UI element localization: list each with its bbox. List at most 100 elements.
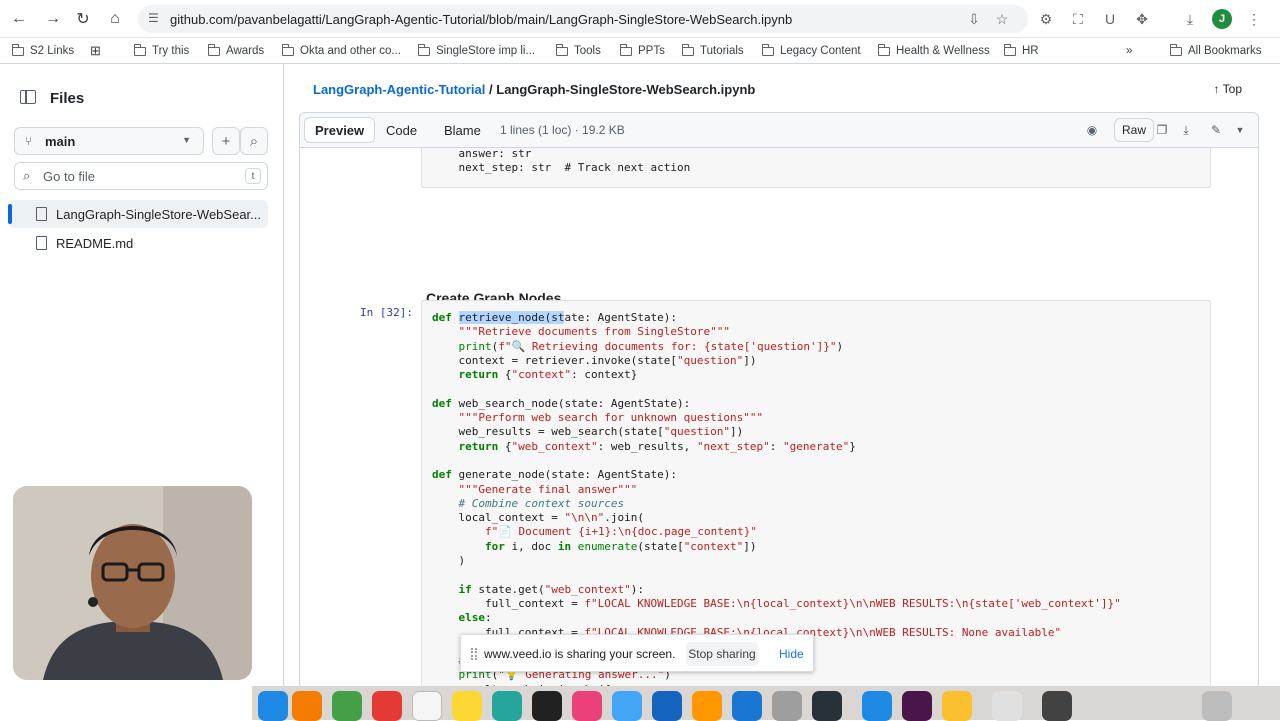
code-cell-previous: answer: str next_step: str # Track next … [421, 148, 1211, 188]
downloads-icon[interactable]: ⤓ [1180, 9, 1200, 29]
copy-icon[interactable]: ❐ [1152, 118, 1172, 142]
app-store-icon[interactable] [732, 691, 762, 721]
bookmark-hr[interactable]: HR [1003, 43, 1039, 59]
freeform-icon[interactable] [492, 691, 522, 721]
trash-icon[interactable] [1202, 691, 1232, 721]
security-app-icon[interactable] [812, 691, 842, 721]
branch-selector[interactable]: ⑂ main ▼ [14, 127, 204, 155]
forward-arrow-icon[interactable]: → [42, 8, 64, 30]
screen-share-bar: www.veed.io is sharing your screen. Stop… [460, 634, 814, 672]
finder-icon[interactable] [258, 691, 288, 721]
home-icon[interactable]: ⌂ [104, 8, 126, 30]
apple-tv-icon[interactable] [532, 691, 562, 721]
all-bookmarks-label: All Bookmarks [1188, 45, 1262, 57]
file-name: LangGraph-SingleStore-WebSear... [56, 206, 261, 222]
files-title: Files [50, 90, 85, 107]
file-tree-item-notebook[interactable]: LangGraph-SingleStore-WebSear... [8, 200, 268, 228]
drag-handle-icon[interactable] [471, 648, 477, 660]
bookmark-s2-links[interactable]: S2 Links [11, 43, 74, 59]
edit-pencil-icon[interactable]: ✎ [1206, 118, 1226, 142]
stickies-icon[interactable] [452, 691, 482, 721]
tab-code[interactable]: Code [376, 117, 427, 143]
screenshot-app-icon[interactable] [1042, 691, 1072, 721]
photos-icon[interactable] [292, 691, 322, 721]
bookmark-label: Tutorials [700, 45, 744, 57]
pages-icon[interactable] [692, 691, 722, 721]
search-files-button[interactable]: ⌕ [240, 127, 268, 155]
address-bar[interactable]: ☰ github.com/pavanbelagatti/LangGraph-Ag… [138, 5, 1028, 33]
music-icon[interactable] [572, 691, 602, 721]
file-icon [36, 207, 47, 221]
bookmark-ppts[interactable]: PPTs [619, 43, 665, 59]
bookmark-singlestore[interactable]: SingleStore imp li... [417, 43, 535, 59]
top-button[interactable]: ↑ Top [1214, 82, 1242, 96]
hide-button[interactable]: Hide [779, 647, 804, 661]
keynote-icon[interactable] [612, 691, 642, 721]
breadcrumb-file: LangGraph-SingleStore-WebSearch.ipynb [496, 82, 756, 97]
extensions-puzzle-icon[interactable]: ✥ [1132, 9, 1152, 29]
bookmark-legacy-content[interactable]: Legacy Content [761, 43, 861, 59]
breadcrumb-repo-link[interactable]: LangGraph-Agentic-Tutorial [313, 82, 485, 97]
code-line: # Combine context sources [458, 496, 625, 510]
all-bookmarks[interactable]: All Bookmarks [1169, 43, 1262, 59]
go-to-file-input[interactable]: ⌕ Go to file t [14, 162, 268, 190]
reload-icon[interactable]: ↻ [72, 8, 94, 30]
tab-preview[interactable]: Preview [304, 117, 376, 143]
notes-icon[interactable] [412, 691, 442, 721]
system-settings-icon[interactable] [772, 691, 802, 721]
bookmark-label: PPTs [638, 45, 665, 57]
bookmark-tutorials[interactable]: Tutorials [681, 43, 744, 59]
back-arrow-icon[interactable]: ← [8, 8, 30, 30]
search-icon: ⌕ [23, 168, 31, 183]
branch-name: main [45, 133, 76, 149]
news-icon[interactable] [652, 691, 682, 721]
file-name: README.md [56, 235, 134, 251]
bookmark-tools[interactable]: Tools [555, 43, 601, 59]
search-icon: ⌕ [249, 132, 259, 150]
file-icon [36, 236, 47, 250]
extension-gear-icon[interactable]: ⚙ [1036, 9, 1056, 29]
vscode-icon[interactable] [862, 691, 892, 721]
code-line: return {"context": context} [458, 368, 638, 382]
bookmark-health[interactable]: Health & Wellness [877, 43, 990, 59]
branch-icon: ⑂ [25, 134, 33, 148]
tab-blame[interactable]: Blame [434, 117, 491, 143]
chevron-down-icon[interactable]: ▼ [1230, 118, 1250, 142]
chrome-icon[interactable] [942, 691, 972, 721]
folder-icon [555, 43, 568, 56]
site-info-icon[interactable]: ☰ [148, 11, 164, 27]
code-line: local_context = "\n\n".join( [432, 511, 644, 525]
folder-icon [681, 43, 694, 56]
install-app-icon[interactable]: ⇩ [964, 9, 984, 29]
bookmarks-bar: S2 Links ⊞ Try this Awards Okta and othe… [0, 38, 1280, 64]
sidebar-collapse-icon[interactable] [20, 90, 36, 104]
macos-dock [252, 686, 1280, 721]
kebab-menu-icon[interactable]: ⋮ [1244, 9, 1264, 29]
download-icon[interactable]: ⤓ [1176, 118, 1196, 142]
code-line: """Generate final answer""" [458, 482, 638, 496]
stop-sharing-button[interactable]: Stop sharing [686, 642, 758, 666]
bookmark-label: Tools [574, 45, 601, 57]
downloads-folder-icon[interactable] [992, 691, 1022, 721]
extension-u-icon[interactable]: U [1100, 9, 1120, 29]
bookmark-awards[interactable]: Awards [207, 43, 264, 59]
file-tree-item-readme[interactable]: README.md [8, 229, 268, 257]
more-bookmarks-chevron-icon[interactable]: » [1126, 43, 1132, 59]
apps-grid-icon[interactable]: ⊞ [90, 43, 101, 59]
bookmark-okta[interactable]: Okta and other co... [281, 43, 401, 59]
profile-avatar[interactable]: J [1212, 9, 1232, 29]
slack-icon[interactable] [902, 691, 932, 721]
add-file-button[interactable]: + [212, 127, 240, 155]
screenshot-icon[interactable]: ⛶ [1068, 9, 1088, 29]
plus-icon: + [221, 132, 231, 150]
bookmark-try-this[interactable]: Try this [133, 43, 189, 59]
webcam-overlay [13, 486, 252, 680]
calendar-icon[interactable] [372, 691, 402, 721]
code-line: else: [458, 611, 492, 625]
messages-icon[interactable] [332, 691, 362, 721]
bookmark-star-icon[interactable]: ☆ [992, 9, 1012, 29]
copilot-icon[interactable]: ◉ [1082, 118, 1102, 142]
folder-icon [281, 43, 294, 56]
raw-button[interactable]: Raw [1114, 118, 1154, 142]
